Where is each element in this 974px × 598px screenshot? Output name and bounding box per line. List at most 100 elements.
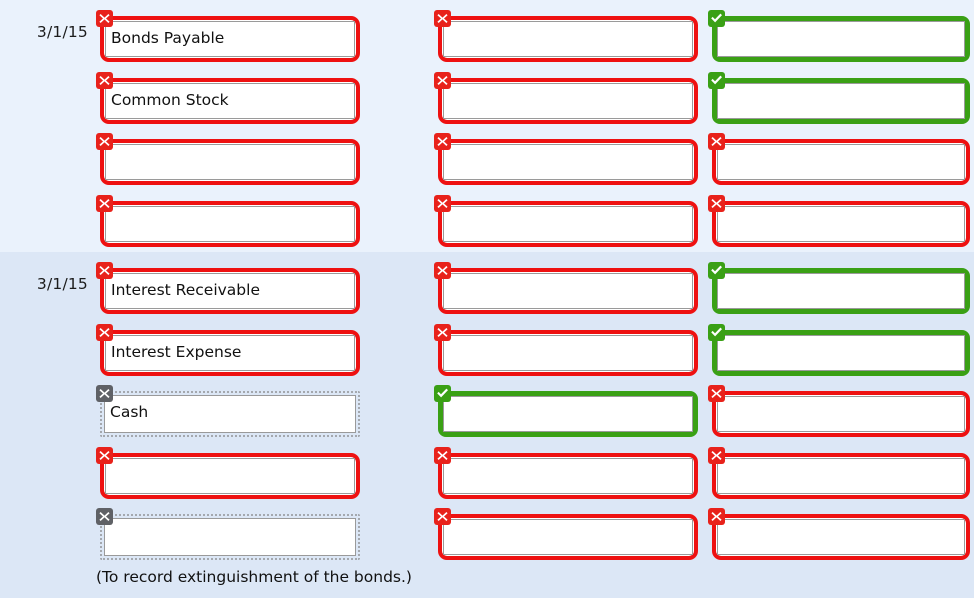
- debit-input[interactable]: [443, 334, 693, 371]
- account-validation-ring: Interest Expense: [100, 329, 360, 376]
- account-input[interactable]: [104, 518, 356, 556]
- account-validation-ring: Common Stock: [100, 77, 360, 124]
- entry-memo-text: (To record extinguishment of the bonds.): [96, 567, 412, 586]
- debit-validation-ring: [438, 452, 698, 499]
- debit-validation-ring: [438, 329, 698, 376]
- debit-input[interactable]: [443, 144, 693, 180]
- x-mark-icon: [434, 508, 451, 525]
- account-input[interactable]: Cash: [104, 395, 356, 433]
- credit-validation-ring: [712, 77, 970, 124]
- debit-input[interactable]: [443, 396, 693, 432]
- x-mark-icon: [434, 323, 451, 341]
- x-mark-icon: [434, 194, 451, 212]
- x-mark-icon: [434, 71, 451, 89]
- credit-input[interactable]: [717, 396, 965, 432]
- credit-cell: [708, 443, 974, 499]
- account-validation-ring: [100, 514, 360, 560]
- account-input[interactable]: Bonds Payable: [105, 21, 355, 57]
- account-cell: [96, 129, 364, 185]
- debit-cell: [434, 129, 702, 185]
- debit-input[interactable]: [443, 519, 693, 555]
- credit-validation-ring: [712, 16, 970, 62]
- account-validation-ring: [100, 200, 360, 247]
- credit-input[interactable]: [717, 273, 965, 309]
- debit-cell: [434, 381, 702, 437]
- credit-input[interactable]: [717, 205, 965, 242]
- check-mark-icon: [708, 323, 725, 341]
- account-cell: [96, 191, 364, 247]
- credit-cell: [708, 381, 974, 437]
- x-mark-icon: [96, 194, 113, 212]
- credit-validation-ring: [712, 268, 970, 314]
- debit-cell: [434, 191, 702, 247]
- credit-input[interactable]: [717, 457, 965, 494]
- debit-input[interactable]: [443, 273, 693, 309]
- debit-input[interactable]: [443, 457, 693, 494]
- account-cell: [96, 443, 364, 499]
- account-input[interactable]: [105, 457, 355, 494]
- account-input[interactable]: Interest Expense: [105, 334, 355, 371]
- table-row: Bonds Payable: [0, 6, 974, 67]
- table-row: [0, 443, 974, 504]
- x-mark-icon: [708, 508, 725, 525]
- credit-input[interactable]: [717, 82, 965, 119]
- table-row: Interest Receivable: [0, 258, 974, 319]
- debit-validation-ring: [438, 200, 698, 247]
- table-row: Cash: [0, 381, 974, 442]
- check-mark-icon: [708, 71, 725, 89]
- debit-cell: [434, 504, 702, 560]
- debit-input[interactable]: [443, 205, 693, 242]
- account-input[interactable]: [105, 144, 355, 180]
- credit-validation-ring: [712, 139, 970, 185]
- credit-validation-ring: [712, 200, 970, 247]
- debit-validation-ring: [438, 391, 698, 437]
- credit-validation-ring: [712, 391, 970, 437]
- check-mark-icon: [434, 385, 451, 402]
- credit-cell: [708, 129, 974, 185]
- account-validation-ring: [100, 452, 360, 499]
- credit-validation-ring: [712, 452, 970, 499]
- debit-cell: [434, 320, 702, 376]
- x-mark-icon: [434, 133, 451, 150]
- x-mark-gray-icon: [96, 385, 113, 402]
- account-validation-ring: Cash: [100, 391, 360, 437]
- x-mark-icon: [708, 385, 725, 402]
- account-input[interactable]: Interest Receivable: [105, 273, 355, 309]
- table-row: [0, 129, 974, 190]
- debit-validation-ring: [438, 139, 698, 185]
- x-mark-icon: [96, 323, 113, 341]
- account-cell: [96, 504, 364, 560]
- credit-cell: [708, 320, 974, 376]
- credit-input[interactable]: [717, 334, 965, 371]
- journal-entry-grid: 3/1/15 Bonds Payable Common Stock 3/1/15 Int…: [0, 0, 974, 598]
- credit-cell: [708, 6, 974, 62]
- account-cell: Interest Receivable: [96, 258, 364, 314]
- account-validation-ring: Interest Receivable: [100, 268, 360, 314]
- credit-validation-ring: [712, 329, 970, 376]
- debit-validation-ring: [438, 268, 698, 314]
- table-row: [0, 504, 974, 565]
- table-row: Common Stock: [0, 68, 974, 129]
- check-mark-icon: [708, 10, 725, 27]
- x-mark-icon: [96, 446, 113, 464]
- check-mark-icon: [708, 262, 725, 279]
- account-input[interactable]: [105, 205, 355, 242]
- x-mark-icon: [708, 446, 725, 464]
- x-mark-icon: [708, 133, 725, 150]
- account-cell: Interest Expense: [96, 320, 364, 376]
- credit-input[interactable]: [717, 519, 965, 555]
- x-mark-icon: [96, 71, 113, 89]
- credit-validation-ring: [712, 514, 970, 560]
- credit-input[interactable]: [717, 21, 965, 57]
- account-cell: Cash: [96, 381, 364, 437]
- credit-input[interactable]: [717, 144, 965, 180]
- x-mark-icon: [96, 10, 113, 27]
- x-mark-icon: [96, 133, 113, 150]
- debit-validation-ring: [438, 16, 698, 62]
- account-cell: Common Stock: [96, 68, 364, 124]
- account-input[interactable]: Common Stock: [105, 82, 355, 119]
- debit-input[interactable]: [443, 21, 693, 57]
- debit-input[interactable]: [443, 82, 693, 119]
- table-row: Interest Expense: [0, 320, 974, 381]
- x-mark-icon: [434, 446, 451, 464]
